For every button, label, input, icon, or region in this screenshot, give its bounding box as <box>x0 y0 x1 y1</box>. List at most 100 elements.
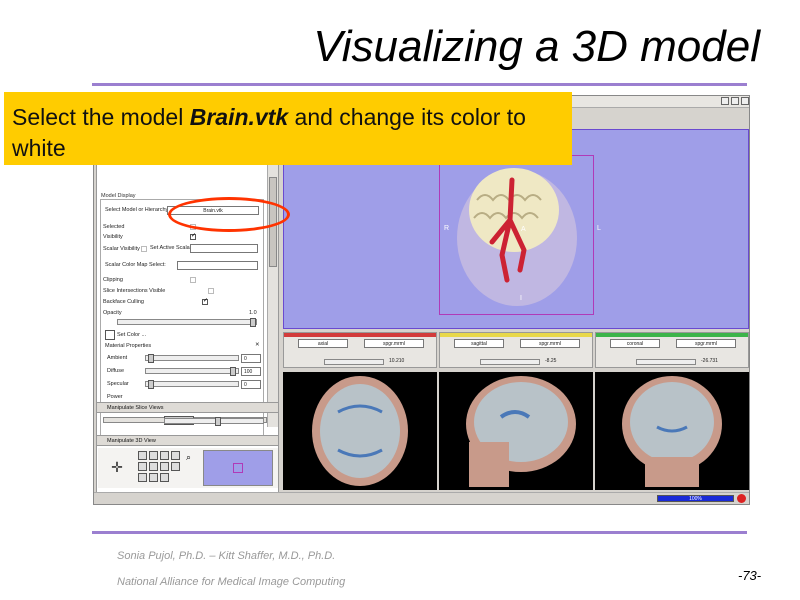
panel-scrollbar[interactable] <box>267 127 278 427</box>
scalar-color-map-dropdown[interactable] <box>177 261 258 270</box>
coronal-slice-view[interactable] <box>595 372 749 490</box>
view-button[interactable] <box>160 473 169 482</box>
ambient-slider[interactable] <box>145 354 239 363</box>
view-button[interactable] <box>138 451 147 460</box>
opacity-slider-thumb[interactable] <box>250 318 256 327</box>
diffuse-label: Diffuse <box>107 368 125 374</box>
axial-slider[interactable] <box>324 359 384 365</box>
status-bar: 100% <box>94 492 749 504</box>
view-button[interactable] <box>149 473 158 482</box>
minimize-button[interactable] <box>721 97 729 105</box>
material-close-icon[interactable]: ✕ <box>255 342 260 348</box>
ambient-slider-thumb[interactable] <box>148 354 154 363</box>
view-3d-section[interactable]: Manipulate 3D View <box>96 435 279 446</box>
material-properties-header[interactable]: Material Properties <box>105 343 151 349</box>
slice-views-slider[interactable] <box>164 417 264 426</box>
opacity-slider[interactable] <box>117 318 257 327</box>
slice-intersections-label: Slice Intersections Visible <box>103 288 166 294</box>
specular-label: Specular <box>107 381 129 387</box>
footer-organization: National Alliance for Medical Image Comp… <box>117 576 346 588</box>
slide-title: Visualizing a 3D model <box>313 22 760 71</box>
select-model-label: Select Model or Hierarchy: <box>105 207 170 213</box>
close-window-button[interactable] <box>741 97 749 105</box>
axial-controller: axial spgr.mrml 10.210 <box>283 332 437 368</box>
diffuse-slider[interactable] <box>145 367 239 376</box>
bottom-rule <box>92 531 747 534</box>
highlight-ellipse <box>168 197 290 232</box>
axial-fg-dropdown[interactable]: axial <box>298 339 348 348</box>
axial-slice-view[interactable] <box>283 372 437 490</box>
set-color-label[interactable]: Set Color ... <box>117 332 146 338</box>
visibility-checkbox[interactable] <box>190 232 196 240</box>
scalar-color-map-label: Scalar Color Map Select: <box>105 262 166 268</box>
sagittal-bg-dropdown[interactable]: spgr.mrml <box>520 339 580 348</box>
page-number: -73- <box>738 568 762 583</box>
footer-authors: Sonia Pujol, Ph.D. – Kitt Shaffer, M.D.,… <box>117 550 336 562</box>
label-left: L <box>597 225 601 232</box>
clipping-checkbox[interactable] <box>190 277 196 283</box>
view-thumbnail[interactable] <box>203 450 273 486</box>
axial-slice-image <box>312 376 408 486</box>
view-button[interactable] <box>149 451 158 460</box>
callout-text-prefix: Select the model <box>12 104 190 130</box>
thumbnail-brain-icon <box>233 463 243 473</box>
view-3d-controls: ✛ ⌕ <box>98 448 278 488</box>
sagittal-fg-dropdown[interactable]: sagittal <box>454 339 504 348</box>
view-button[interactable] <box>160 451 169 460</box>
label-anterior: A <box>521 226 526 233</box>
label-right: R <box>444 225 450 232</box>
scalar-visibility-checkbox[interactable] <box>141 246 147 252</box>
visibility-label: Visibility <box>103 234 123 240</box>
coronal-bg-dropdown[interactable]: spgr.mrml <box>676 339 736 348</box>
progress-bar: 100% <box>657 495 734 502</box>
sagittal-controller: sagittal spgr.mrml -8.25 <box>439 332 593 368</box>
label-inferior: I <box>520 295 522 302</box>
power-label: Power <box>107 394 123 400</box>
coronal-slice-image <box>622 376 722 487</box>
brain-model <box>457 168 577 306</box>
slice-views-section[interactable]: Manipulate Slice Views <box>96 402 279 413</box>
opacity-value: 1.0 <box>249 310 257 316</box>
view-button[interactable] <box>138 473 147 482</box>
view-button[interactable] <box>138 462 147 471</box>
specular-input[interactable]: 0 <box>241 380 261 389</box>
slice-views-slider-thumb[interactable] <box>215 417 221 426</box>
backface-culling-label: Backface Culling <box>103 299 144 305</box>
view-button[interactable] <box>171 462 180 471</box>
sagittal-slider[interactable] <box>480 359 540 365</box>
specular-slider[interactable] <box>145 380 239 389</box>
diffuse-input[interactable]: 100 <box>241 367 261 376</box>
sagittal-offset-value[interactable]: -8.25 <box>545 358 556 364</box>
active-scalar-dropdown[interactable] <box>190 244 258 253</box>
ambient-input[interactable]: 0 <box>241 354 261 363</box>
opacity-label: Opacity <box>103 310 122 316</box>
view-button[interactable] <box>160 462 169 471</box>
view-button[interactable] <box>149 462 158 471</box>
ambient-label: Ambient <box>107 355 128 361</box>
axial-color-bar <box>284 333 436 337</box>
diffuse-slider-thumb[interactable] <box>230 367 236 376</box>
selected-label: Selected <box>103 224 125 230</box>
set-active-scalar-label: Set Active Scalar: <box>150 245 194 251</box>
coronal-slider[interactable] <box>636 359 696 365</box>
color-swatch-button[interactable] <box>105 330 115 340</box>
maximize-button[interactable] <box>731 97 739 105</box>
stop-icon[interactable] <box>737 494 746 503</box>
axis-compass-icon[interactable]: ✛ <box>102 452 132 482</box>
sagittal-slice-view[interactable] <box>439 372 593 490</box>
zoom-icon[interactable]: ⌕ <box>186 452 196 462</box>
coronal-fg-dropdown[interactable]: coronal <box>610 339 660 348</box>
sagittal-slice-image <box>466 376 576 487</box>
clipping-label: Clipping <box>103 277 123 283</box>
axial-bg-dropdown[interactable]: spgr.mrml <box>364 339 424 348</box>
backface-culling-checkbox[interactable] <box>202 297 208 305</box>
slice-intersections-checkbox[interactable] <box>208 288 214 294</box>
coronal-controller: coronal spgr.mrml -26.731 <box>595 332 749 368</box>
coronal-offset-value[interactable]: -26.731 <box>701 358 718 364</box>
specular-slider-thumb[interactable] <box>148 380 154 389</box>
axial-offset-value[interactable]: 10.210 <box>389 358 404 364</box>
scalar-visibility-label: Scalar Visibility <box>103 246 140 252</box>
sagittal-color-bar <box>440 333 592 337</box>
instruction-callout: Select the model Brain.vtk and change it… <box>4 92 572 165</box>
view-button[interactable] <box>171 451 180 460</box>
